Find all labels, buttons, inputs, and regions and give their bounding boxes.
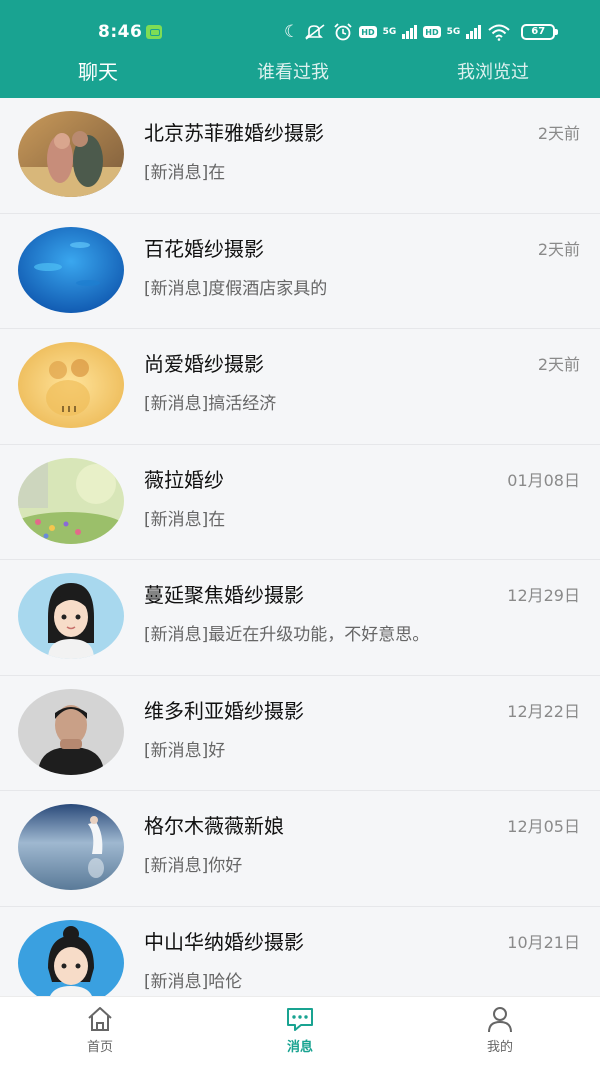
message-date: 12月29日 <box>507 586 580 605</box>
message-preview: [新消息]在 <box>144 163 226 183</box>
message-preview: [新消息]搞活经济 <box>144 394 277 414</box>
person-icon <box>488 1007 512 1033</box>
message-preview: [新消息]你好 <box>144 856 243 876</box>
battery-icon: 67 <box>521 24 559 40</box>
hd-icon-2: HD <box>423 26 441 38</box>
message-date: 2天前 <box>537 239 580 259</box>
message-preview: [新消息]度假酒店家具的 <box>144 278 328 299</box>
contact-name: 格尔木薇薇新娘 <box>144 814 284 838</box>
conversation-item[interactable]: 格尔木薇薇新娘 [新消息]你好 12月05日 <box>0 791 600 907</box>
nav-profile-label: 我的 <box>486 1040 513 1055</box>
nav-home-label: 首页 <box>86 1040 113 1055</box>
cartoon-girl-2-avatar <box>18 919 124 996</box>
man-portrait-avatar <box>18 688 124 775</box>
conversation-list: 北京苏菲雅婚纱摄影 [新消息]在 2天前 百花婚纱摄影 [新消息]度假酒店家具的… <box>0 98 600 996</box>
app-header: 8:46 ☾ HD 5G HD 5G 67 聊天 谁看过我 我浏览过 <box>0 0 600 98</box>
conversation-item[interactable]: 北京苏菲雅婚纱摄影 [新消息]在 2天前 <box>0 98 600 214</box>
cartoon-girl-avatar <box>18 573 124 659</box>
contact-name: 蔓延聚焦婚纱摄影 <box>144 583 304 607</box>
contact-name: 维多利亚婚纱摄影 <box>144 698 304 723</box>
couple-photo-avatar <box>18 111 124 197</box>
wifi-icon <box>487 23 511 41</box>
contact-name: 北京苏菲雅婚纱摄影 <box>144 121 324 145</box>
message-preview: [新消息]最近在升级功能，不好意思。 <box>144 625 430 645</box>
nav-messages-label: 消息 <box>286 1040 313 1055</box>
nav-profile[interactable]: 我的 <box>460 1005 540 1055</box>
golden-couple-photo-avatar <box>18 342 124 428</box>
signal-bars-icon-2 <box>466 25 482 39</box>
hd-icon: HD <box>359 26 377 38</box>
message-date: 12月05日 <box>507 817 580 836</box>
conversation-item[interactable]: 中山华纳婚纱摄影 [新消息]哈伦 10月21日 <box>0 906 600 996</box>
message-preview: [新消息]好 <box>144 740 226 761</box>
message-preview: [新消息]在 <box>144 509 226 530</box>
message-date: 10月21日 <box>507 932 580 952</box>
flower-field-photo-avatar <box>18 457 124 544</box>
top-tabs: 聊天 谁看过我 我浏览过 <box>0 56 600 90</box>
network-type-icon: 5G <box>382 27 397 37</box>
status-icons: ☾ HD 5G HD 5G 67 <box>284 22 559 42</box>
message-preview: [新消息]哈伦 <box>144 971 243 992</box>
mute-icon <box>305 23 327 41</box>
conversation-item[interactable]: 蔓延聚焦婚纱摄影 [新消息]最近在升级功能，不好意思。 12月29日 <box>0 560 600 676</box>
status-bar: 8:46 ☾ HD 5G HD 5G 67 <box>0 0 600 56</box>
signal-bars-icon <box>402 25 418 39</box>
moon-icon: ☾ <box>284 22 300 42</box>
contact-name: 薇拉婚纱 <box>144 467 224 492</box>
bottom-nav: 首页 消息 我的 <box>0 996 600 1067</box>
message-date: 2天前 <box>537 124 580 143</box>
conversation-item[interactable]: 百花婚纱摄影 [新消息]度假酒店家具的 2天前 <box>0 213 600 329</box>
home-icon <box>88 1007 112 1031</box>
message-date: 01月08日 <box>507 470 580 490</box>
tab-who-viewed-me[interactable]: 谁看过我 <box>257 58 329 84</box>
status-time: 8:46 <box>98 22 143 42</box>
message-date: 12月22日 <box>507 701 580 721</box>
tab-chat[interactable]: 聊天 <box>78 56 118 85</box>
conversation-item[interactable]: 尚爱婚纱摄影 [新消息]搞活经济 2天前 <box>0 329 600 445</box>
message-notification-icon <box>146 25 162 39</box>
contact-name: 尚爱婚纱摄影 <box>144 352 264 376</box>
ocean-photo-avatar <box>18 226 124 313</box>
message-icon <box>287 1008 313 1031</box>
tab-i-viewed[interactable]: 我浏览过 <box>457 58 529 84</box>
contact-name: 中山华纳婚纱摄影 <box>144 929 304 954</box>
conversation-item[interactable]: 薇拉婚纱 [新消息]在 01月08日 <box>0 444 600 560</box>
nav-home[interactable]: 首页 <box>60 1005 140 1055</box>
conversation-item[interactable]: 维多利亚婚纱摄影 [新消息]好 12月22日 <box>0 675 600 791</box>
contact-name: 百花婚纱摄影 <box>144 236 264 261</box>
alarm-icon <box>333 23 353 41</box>
lake-bride-photo-avatar <box>18 804 124 890</box>
network-type-icon-2: 5G <box>446 27 461 37</box>
message-date: 2天前 <box>537 355 580 374</box>
nav-messages[interactable]: 消息 <box>260 1005 340 1055</box>
